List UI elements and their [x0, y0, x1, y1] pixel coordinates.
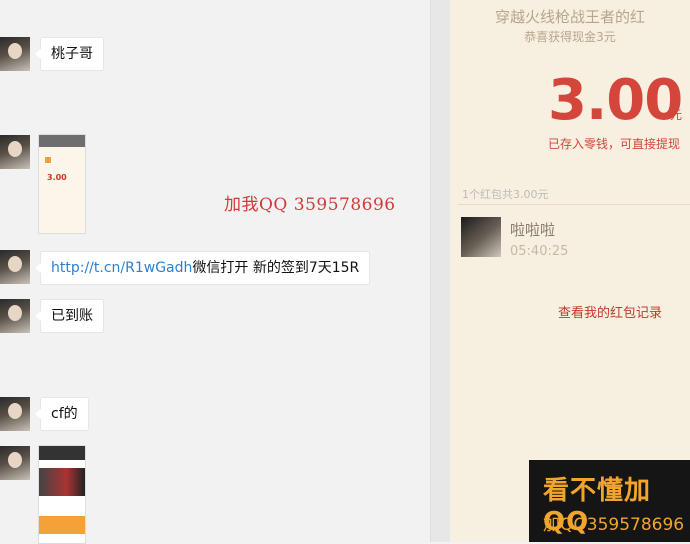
- currency-unit: 元: [670, 108, 683, 122]
- sender-avatar[interactable]: [0, 446, 30, 480]
- history-link[interactable]: 查看我的红包记录: [558, 302, 662, 321]
- recipient-time: 05:40:25: [510, 244, 569, 259]
- message-text: 微信打开 新的签到7天15R: [192, 260, 360, 276]
- chat-pane: 桃子哥 3.00 加我QQ 359578696 http://t.cn/R1wG…: [0, 0, 430, 544]
- promo-badge: 看不懂加QQ 加QQ359578696: [529, 460, 690, 542]
- message-bubble[interactable]: 已到账: [35, 299, 104, 333]
- overlay-contact-text: 加我QQ 359578696: [224, 195, 396, 215]
- sender-avatar[interactable]: [0, 397, 30, 431]
- message-text: 桃子哥: [51, 46, 93, 62]
- image-message[interactable]: 3.00: [38, 134, 86, 234]
- pane-divider[interactable]: [430, 0, 451, 542]
- red-packet-amount: 3.00: [548, 68, 683, 133]
- message-bubble[interactable]: http://t.cn/R1wGadh微信打开 新的签到7天15R: [34, 251, 371, 285]
- red-packet-subtitle: 恭喜获得现金3元: [524, 30, 616, 44]
- image-amount: 3.00: [47, 173, 67, 182]
- message-bubble[interactable]: cf的: [35, 397, 89, 431]
- sender-avatar[interactable]: [0, 37, 30, 71]
- recipient-name: 啦啦啦: [510, 221, 556, 239]
- red-packet-title: 穿越火线枪战王者的红: [494, 8, 645, 26]
- section-divider: [458, 204, 690, 205]
- promo-line-2: 加QQ359578696: [543, 515, 685, 535]
- image-message[interactable]: [38, 445, 86, 544]
- sender-avatar[interactable]: [0, 250, 30, 284]
- sender-avatar[interactable]: [0, 135, 30, 169]
- message-text: 已到账: [51, 308, 93, 324]
- deposit-note[interactable]: 已存入零钱，可直接提现: [548, 135, 680, 152]
- message-link[interactable]: http://t.cn/R1wGadh: [51, 260, 192, 276]
- recipient-avatar[interactable]: [461, 217, 501, 257]
- sender-avatar[interactable]: [0, 299, 30, 333]
- message-text: cf的: [51, 406, 78, 422]
- message-bubble[interactable]: 桃子哥: [35, 37, 104, 71]
- packet-count: 1个红包共3.00元: [462, 188, 549, 201]
